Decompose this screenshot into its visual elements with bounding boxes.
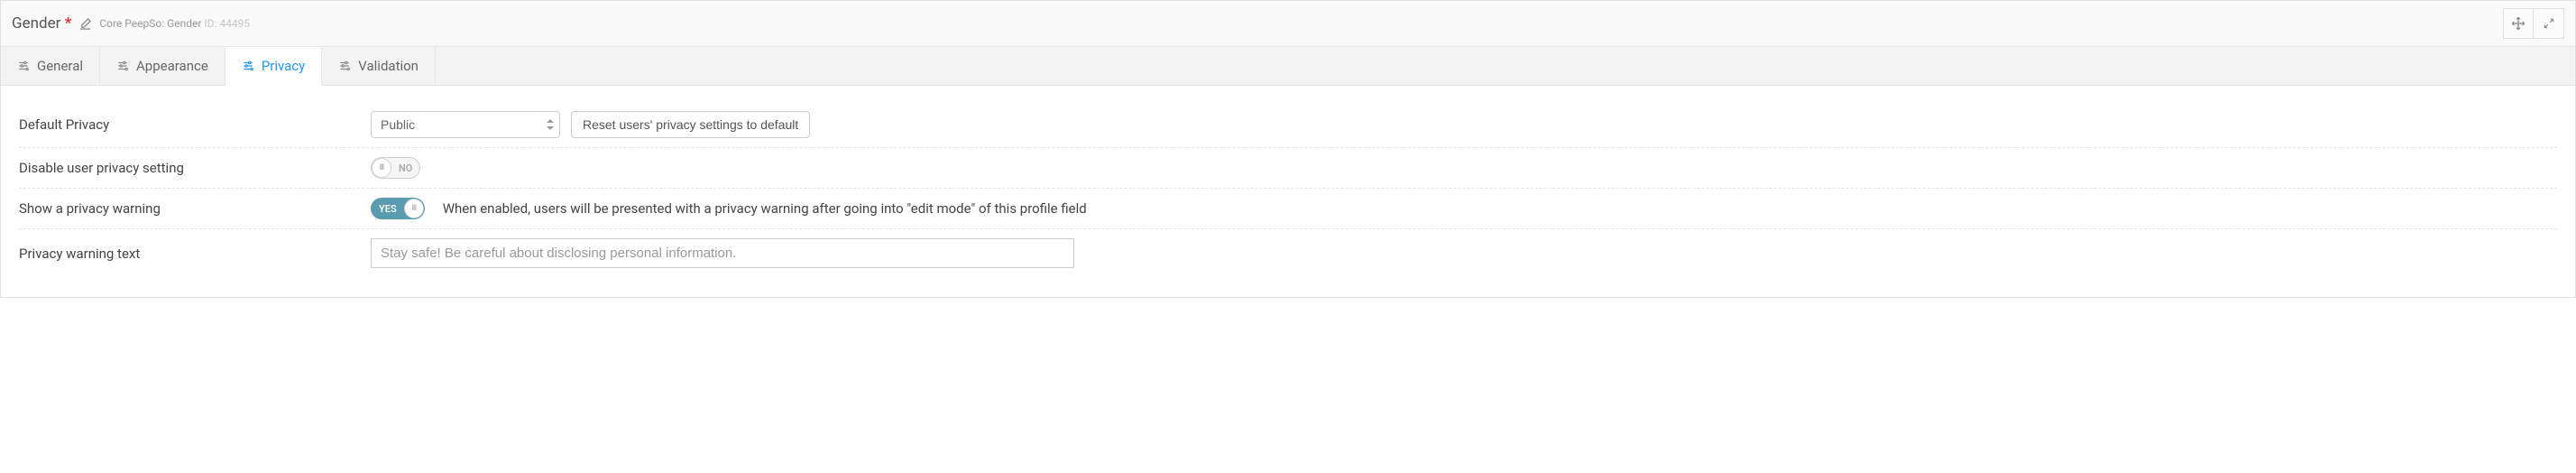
sliders-icon [17, 60, 30, 72]
row-show-privacy-warning: Show a privacy warning YES III When enab… [19, 189, 2557, 229]
row-privacy-warning-text: Privacy warning text [19, 229, 2557, 277]
row-disable-user-privacy: Disable user privacy setting III NO [19, 148, 2557, 189]
tab-validation[interactable]: Validation [322, 47, 436, 85]
label-show-privacy-warning: Show a privacy warning [19, 200, 353, 217]
tab-label: Validation [358, 58, 419, 74]
move-icon[interactable] [2503, 8, 2534, 39]
collapse-icon[interactable] [2534, 8, 2564, 39]
tab-label: General [37, 58, 83, 74]
toggle-text: NO [391, 162, 419, 174]
controls-privacy-warning-text [371, 238, 2557, 268]
panel-id: ID: 44495 [204, 17, 250, 30]
label-disable-user-privacy: Disable user privacy setting [19, 160, 353, 176]
panel-header-left: Gender * Core PeepSo: Gender ID: 44495 [12, 14, 250, 32]
toggle-knob-icon: III [372, 158, 391, 178]
panel-header: Gender * Core PeepSo: Gender ID: 44495 [1, 1, 2575, 47]
panel-meta-prefix: Core PeepSo: Gender [99, 17, 201, 30]
default-privacy-select-wrap: Public [371, 111, 560, 138]
toggle-text: YES [372, 203, 404, 215]
tab-general[interactable]: General [1, 47, 100, 85]
edit-icon[interactable] [78, 17, 92, 31]
tab-appearance[interactable]: Appearance [100, 47, 225, 85]
label-privacy-warning-text: Privacy warning text [19, 246, 353, 262]
default-privacy-select[interactable]: Public [371, 111, 560, 138]
sliders-icon [116, 60, 129, 72]
row-default-privacy: Default Privacy Public Reset users' priv… [19, 102, 2557, 148]
help-show-privacy-warning: When enabled, users will be presented wi… [443, 200, 1087, 217]
sliders-icon [242, 60, 254, 72]
panel-header-actions [2503, 8, 2564, 39]
privacy-warning-text-input[interactable] [371, 238, 1074, 268]
panel-title-text: Gender [12, 14, 60, 32]
controls-show-privacy-warning: YES III When enabled, users will be pres… [371, 198, 2557, 219]
controls-disable-user-privacy: III NO [371, 157, 2557, 179]
sliders-icon [338, 60, 351, 72]
tabs: General Appearance Privacy Validation [1, 47, 2575, 86]
panel-body: Default Privacy Public Reset users' priv… [1, 86, 2575, 297]
tab-privacy[interactable]: Privacy [225, 47, 322, 86]
toggle-show-privacy-warning[interactable]: YES III [371, 198, 425, 219]
reset-privacy-button[interactable]: Reset users' privacy settings to default [571, 111, 810, 138]
controls-default-privacy: Public Reset users' privacy settings to … [371, 111, 2557, 138]
label-default-privacy: Default Privacy [19, 116, 353, 133]
panel-title: Gender * [12, 14, 71, 32]
field-config-panel: Gender * Core PeepSo: Gender ID: 44495 [0, 0, 2576, 298]
panel-meta: Core PeepSo: Gender ID: 44495 [99, 17, 250, 30]
tab-label: Appearance [136, 58, 208, 74]
toggle-disable-user-privacy[interactable]: III NO [371, 157, 420, 179]
toggle-knob-icon: III [404, 199, 424, 218]
required-mark: * [65, 14, 72, 32]
tab-label: Privacy [262, 58, 305, 74]
